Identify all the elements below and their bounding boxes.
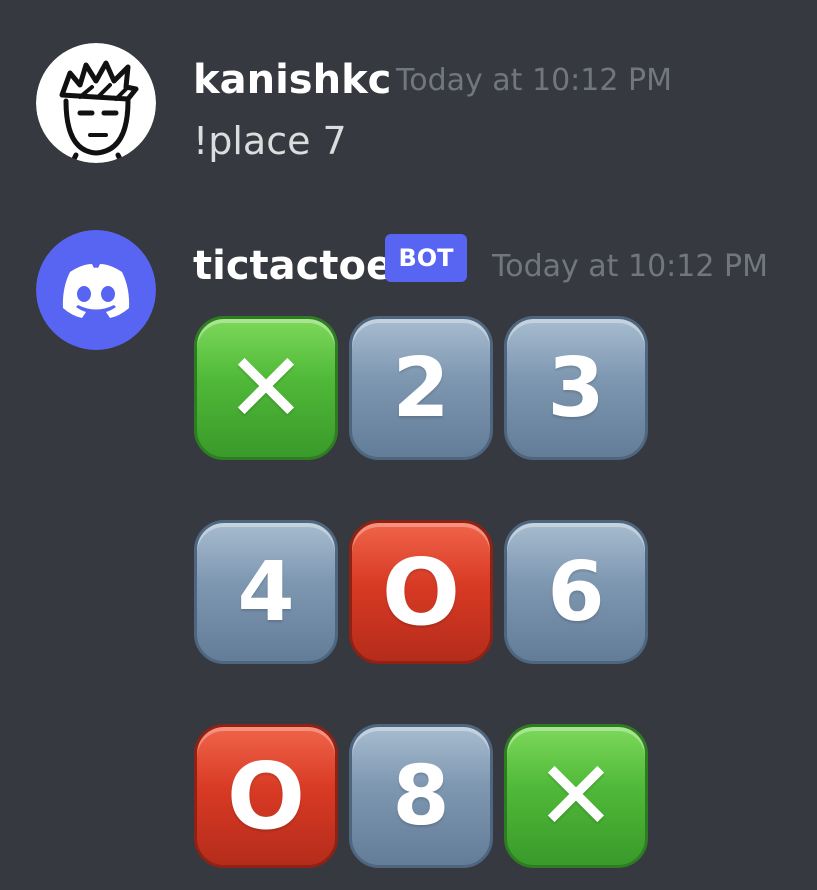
board-cell-2: 2 <box>349 316 493 460</box>
cell-mark: 8 <box>392 748 450 844</box>
username[interactable]: tictactoe <box>193 246 393 286</box>
timestamp: Today at 10:12 PM <box>396 63 672 98</box>
cell-mark: ✕ <box>225 332 307 444</box>
board-cell-8: 8 <box>349 724 493 868</box>
message-content: !place 7 <box>193 119 347 163</box>
username[interactable]: kanishkc <box>193 60 391 100</box>
board-cell-o: O <box>349 520 493 664</box>
cell-mark: 2 <box>392 340 450 436</box>
board-cell-4: 4 <box>194 520 338 664</box>
discord-logo-icon <box>36 230 156 350</box>
cell-mark: O <box>381 538 461 646</box>
doodle-face-avatar <box>36 43 156 163</box>
timestamp: Today at 10:12 PM <box>492 249 768 284</box>
board-cell-o: O <box>194 724 338 868</box>
board-cell-3: 3 <box>504 316 648 460</box>
cell-mark: 4 <box>237 544 295 640</box>
board-cell-x: ✕ <box>194 316 338 460</box>
user-avatar[interactable] <box>36 43 156 163</box>
cell-mark: ✕ <box>535 740 617 852</box>
cell-mark: 6 <box>547 544 605 640</box>
cell-mark: O <box>226 742 306 850</box>
cell-mark: 3 <box>547 340 605 436</box>
board-cell-x: ✕ <box>504 724 648 868</box>
board-cell-6: 6 <box>504 520 648 664</box>
bot-badge: BOT <box>385 234 467 282</box>
bot-avatar[interactable] <box>36 230 156 350</box>
